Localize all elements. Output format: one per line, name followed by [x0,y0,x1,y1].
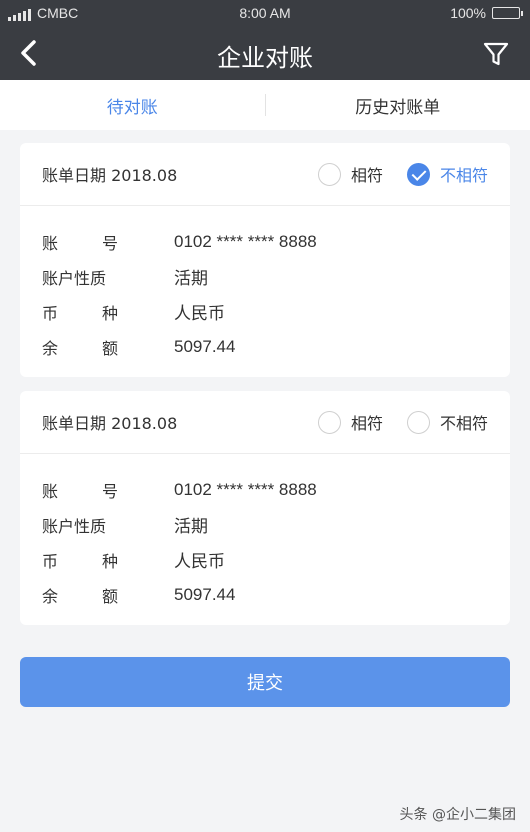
balance-value: 5097.44 [174,336,236,356]
account-label: 账号 [42,478,174,502]
balance-label-b: 额 [101,338,118,358]
statement-details: 账号 0102 **** **** 8888 账户性质 活期 币种 人民币 余额… [20,454,510,612]
battery-percent: 100% [450,5,486,21]
statement-date: 账单日期 2018.08 [42,166,178,185]
radio-mismatch[interactable] [406,410,430,434]
balance-value: 5097.44 [174,584,236,604]
currency-label-b: 种 [101,551,118,571]
option-mismatch[interactable]: 不相符 [406,410,488,434]
account-row: 账号 0102 **** **** 8888 [42,224,488,259]
tab-history[interactable]: 历史对账单 [266,93,530,118]
radio-match[interactable] [317,410,341,434]
option-mismatch[interactable]: 不相符 [406,162,488,186]
nature-label: 账户性质 [42,516,107,536]
statement-header: 账单日期 2018.08 相符 不相符 [20,391,510,454]
watermark: 头条 @企小二集团 [399,807,516,823]
account-value: 0102 **** **** 8888 [174,231,317,251]
currency-label-a: 币 [42,551,59,571]
tab-bar: 待对账 历史对账单 [0,80,530,130]
account-label-b: 号 [101,233,118,253]
nature-value: 活期 [174,517,208,536]
nature-value: 活期 [174,269,208,288]
option-mismatch-label: 不相符 [439,166,488,185]
currency-label: 币种 [42,300,174,324]
submit-button[interactable]: 提交 [20,657,510,707]
radio-match[interactable] [317,162,341,186]
statement-date: 账单日期 2018.08 [42,414,178,433]
page-title: 企业对账 [217,44,313,72]
nature-row: 账户性质 活期 [42,259,488,294]
account-row: 账号 0102 **** **** 8888 [42,472,488,507]
account-label-a: 账 [42,233,59,253]
account-label-a: 账 [42,481,59,501]
account-label-b: 号 [101,481,118,501]
radio-mismatch-checked[interactable] [406,162,430,186]
statement-card: 账单日期 2018.08 相符 不相符 账号 0102 **** **** 88… [20,143,510,377]
balance-label: 余额 [42,583,174,607]
currency-label-a: 币 [42,303,59,323]
statement-details: 账号 0102 **** **** 8888 账户性质 活期 币种 人民币 余额… [20,206,510,364]
balance-label-a: 余 [42,586,59,606]
nature-row: 账户性质 活期 [42,507,488,542]
option-mismatch-label: 不相符 [439,414,488,433]
currency-row: 币种 人民币 [42,542,488,577]
status-right: 100% [450,5,523,21]
balance-label: 余额 [42,335,174,359]
status-bar: CMBC 8:00 AM 100% [0,0,530,26]
currency-label-b: 种 [101,303,118,323]
account-value: 0102 **** **** 8888 [174,479,317,499]
nature-label: 账户性质 [42,268,107,288]
battery-icon [492,7,523,19]
balance-label-b: 额 [101,586,118,606]
currency-value: 人民币 [174,304,225,323]
screen: CMBC 8:00 AM 100% 企业对账 待对账 历史对账单 账单日期 20… [0,0,530,832]
tab-pending[interactable]: 待对账 [0,93,265,118]
currency-label: 币种 [42,548,174,572]
balance-label-a: 余 [42,338,59,358]
option-match-label: 相符 [350,414,383,433]
statement-header: 账单日期 2018.08 相符 不相符 [20,143,510,206]
option-match[interactable]: 相符 [317,410,383,434]
balance-row: 余额 5097.44 [42,329,488,364]
filter-icon[interactable] [482,40,510,68]
balance-row: 余额 5097.44 [42,577,488,612]
option-match-label: 相符 [350,166,383,185]
option-match[interactable]: 相符 [317,162,383,186]
statement-card: 账单日期 2018.08 相符 不相符 账号 0102 **** **** 88… [20,391,510,625]
account-label: 账号 [42,230,174,254]
currency-value: 人民币 [174,552,225,571]
currency-row: 币种 人民币 [42,294,488,329]
nav-bar: 企业对账 [0,26,530,80]
